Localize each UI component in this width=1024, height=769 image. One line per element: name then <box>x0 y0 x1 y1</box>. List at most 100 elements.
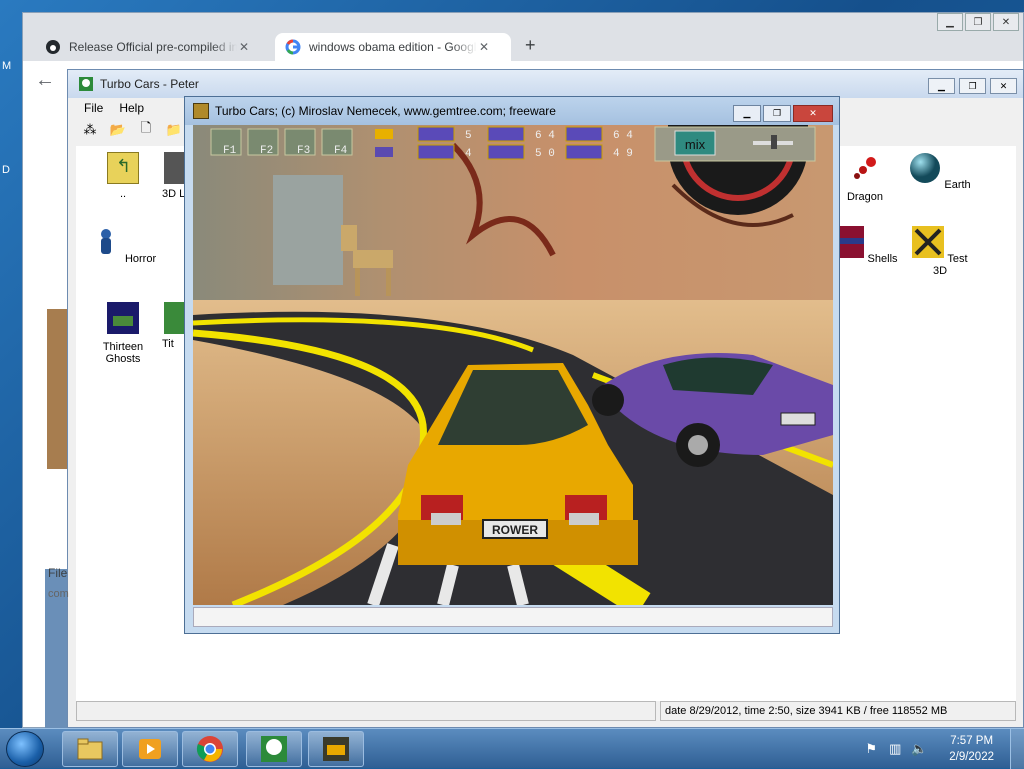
media-player-icon <box>139 739 161 759</box>
hud-panel <box>565 126 603 142</box>
window-title: Turbo Cars; (c) Miroslav Nemecek, www.ge… <box>215 104 556 118</box>
bg-text: com <box>48 588 69 600</box>
up-folder-icon: ↰ <box>107 152 139 184</box>
status-bar <box>193 607 833 627</box>
new-tab-button[interactable]: + <box>525 35 536 56</box>
file-label: Horror <box>124 253 157 265</box>
minimize-icon[interactable]: ▁ <box>733 105 761 122</box>
file-label: Dragon <box>846 191 884 203</box>
hud-panel <box>417 144 455 160</box>
maximize-icon[interactable]: ❐ <box>763 105 791 122</box>
show-desktop-button[interactable] <box>1010 729 1024 769</box>
tab-title: Release Official pre-compiled ins <box>69 40 237 54</box>
action-center-icon[interactable]: ⚑ <box>863 741 879 757</box>
menu-help[interactable]: Help <box>119 101 144 115</box>
github-icon <box>46 40 60 54</box>
turbo-cars-window: Turbo Cars; (c) Miroslav Nemecek, www.ge… <box>184 96 840 634</box>
game-viewport[interactable]: ROWER F1 F2 F3 F4 5 4 6 4 5 0 6 4 4 9 mi… <box>193 125 833 605</box>
chrome-icon <box>196 736 223 762</box>
mural-building <box>273 175 343 285</box>
start-button[interactable] <box>6 731 44 767</box>
hud-panel <box>565 144 603 160</box>
clock-date: 2/9/2022 <box>949 751 994 763</box>
hud-fkey-label: F4 <box>334 145 348 157</box>
hud-best: 6 4 <box>613 130 633 142</box>
mix-label: mix <box>685 137 706 152</box>
hud-best: 4 9 <box>613 148 633 160</box>
background-image <box>47 309 69 469</box>
hud-time: 5 0 <box>535 148 555 160</box>
network-icon[interactable]: ▥ <box>887 741 903 757</box>
hud-panel <box>487 144 525 160</box>
window-title: Turbo Cars - Peter <box>100 77 199 91</box>
hud-time: 6 4 <box>535 130 555 142</box>
hud-panel <box>487 126 525 142</box>
license-plate: ROWER <box>492 523 538 537</box>
maximize-icon[interactable]: ❐ <box>965 13 991 31</box>
chrome-tab[interactable]: Release Official pre-compiled ins ✕ <box>35 33 271 61</box>
title-bar: Turbo Cars - Peter <box>68 70 1023 98</box>
desktop-fragment: D <box>2 164 10 176</box>
google-icon <box>285 39 301 55</box>
car-icon <box>375 129 393 139</box>
file-label: Shells <box>867 253 898 265</box>
taskbar-explorer[interactable] <box>62 731 118 767</box>
earth-icon <box>910 153 941 183</box>
status-bar: date 8/29/2012, time 2:50, size 3941 KB … <box>76 701 1016 721</box>
menu-file[interactable]: File <box>84 101 103 115</box>
taskbar: ⚑ ▥ 🔈 7:57 PM 2/9/2022 <box>0 728 1024 769</box>
file-label: Earth <box>944 179 971 191</box>
clock-time: 7:57 PM <box>950 735 994 747</box>
hud-lap: 4 <box>465 148 472 160</box>
dragon-icon <box>854 157 876 179</box>
window-controls: ▁ ❐ ✕ <box>733 105 833 122</box>
back-button[interactable]: ← <box>35 69 55 92</box>
hud-fkey-label: F2 <box>260 145 273 157</box>
close-icon[interactable]: ✕ <box>990 78 1017 94</box>
file-item[interactable]: Shells <box>830 226 900 265</box>
file-item[interactable]: Test 3D <box>905 226 975 277</box>
close-icon[interactable]: ✕ <box>237 40 251 54</box>
peter-app-icon <box>79 77 93 91</box>
game-scene: ROWER F1 F2 F3 F4 5 4 6 4 5 0 6 4 4 9 mi… <box>193 125 833 605</box>
taskbar-turbo-cars[interactable] <box>308 731 364 767</box>
turbo-cars-icon <box>193 103 209 119</box>
maximize-icon[interactable]: ❐ <box>959 78 986 94</box>
chrome-tab[interactable]: windows obama edition - Google ✕ <box>275 33 511 61</box>
file-item[interactable]: Dragon <box>830 152 900 203</box>
close-icon[interactable]: ✕ <box>793 105 833 122</box>
minimize-icon[interactable]: ▁ <box>937 13 963 31</box>
test3d-icon <box>912 226 945 258</box>
status-text: date 8/29/2012, time 2:50, size 3941 KB … <box>660 701 1016 721</box>
minimize-icon[interactable]: ▁ <box>928 78 955 94</box>
desktop-fragment: M <box>2 60 12 72</box>
hud-fkey-label: F1 <box>223 145 237 157</box>
chrome-tab-bar: Release Official pre-compiled ins ✕ wind… <box>23 13 1023 61</box>
file-label: .. <box>119 188 127 200</box>
bg-text: File <box>48 566 68 580</box>
peter-app-icon <box>261 736 287 762</box>
window-controls: ▁ ❐ ✕ <box>928 78 1017 94</box>
turbo-cars-icon <box>323 737 349 761</box>
clock[interactable]: 7:57 PM 2/9/2022 <box>949 733 994 765</box>
status-left <box>76 701 656 721</box>
close-icon[interactable]: ✕ <box>993 13 1019 31</box>
volume-icon[interactable]: 🔈 <box>911 741 927 757</box>
volume-handle[interactable] <box>771 135 777 149</box>
close-icon[interactable]: ✕ <box>477 40 491 54</box>
file-item[interactable]: Thirteen Ghosts <box>88 302 158 365</box>
file-label: Tit <box>162 338 174 350</box>
hud-lap: 5 <box>465 130 472 142</box>
file-item[interactable]: ↰ .. <box>88 152 158 200</box>
system-tray: ⚑ ▥ 🔈 7:57 PM 2/9/2022 <box>863 733 994 765</box>
folder-icon[interactable]: 📁 <box>164 121 184 139</box>
file-item[interactable]: Earth <box>905 152 975 191</box>
taskbar-peter[interactable] <box>246 731 302 767</box>
tree-icon[interactable]: ⁂ <box>80 121 100 139</box>
new-file-icon[interactable]: 🗋 <box>136 120 156 139</box>
open-folder-icon[interactable]: 📂 <box>108 121 128 139</box>
file-item[interactable]: Horror <box>88 226 158 265</box>
hud-panel <box>417 126 455 142</box>
taskbar-media-player[interactable] <box>122 731 178 767</box>
taskbar-chrome[interactable] <box>182 731 238 767</box>
